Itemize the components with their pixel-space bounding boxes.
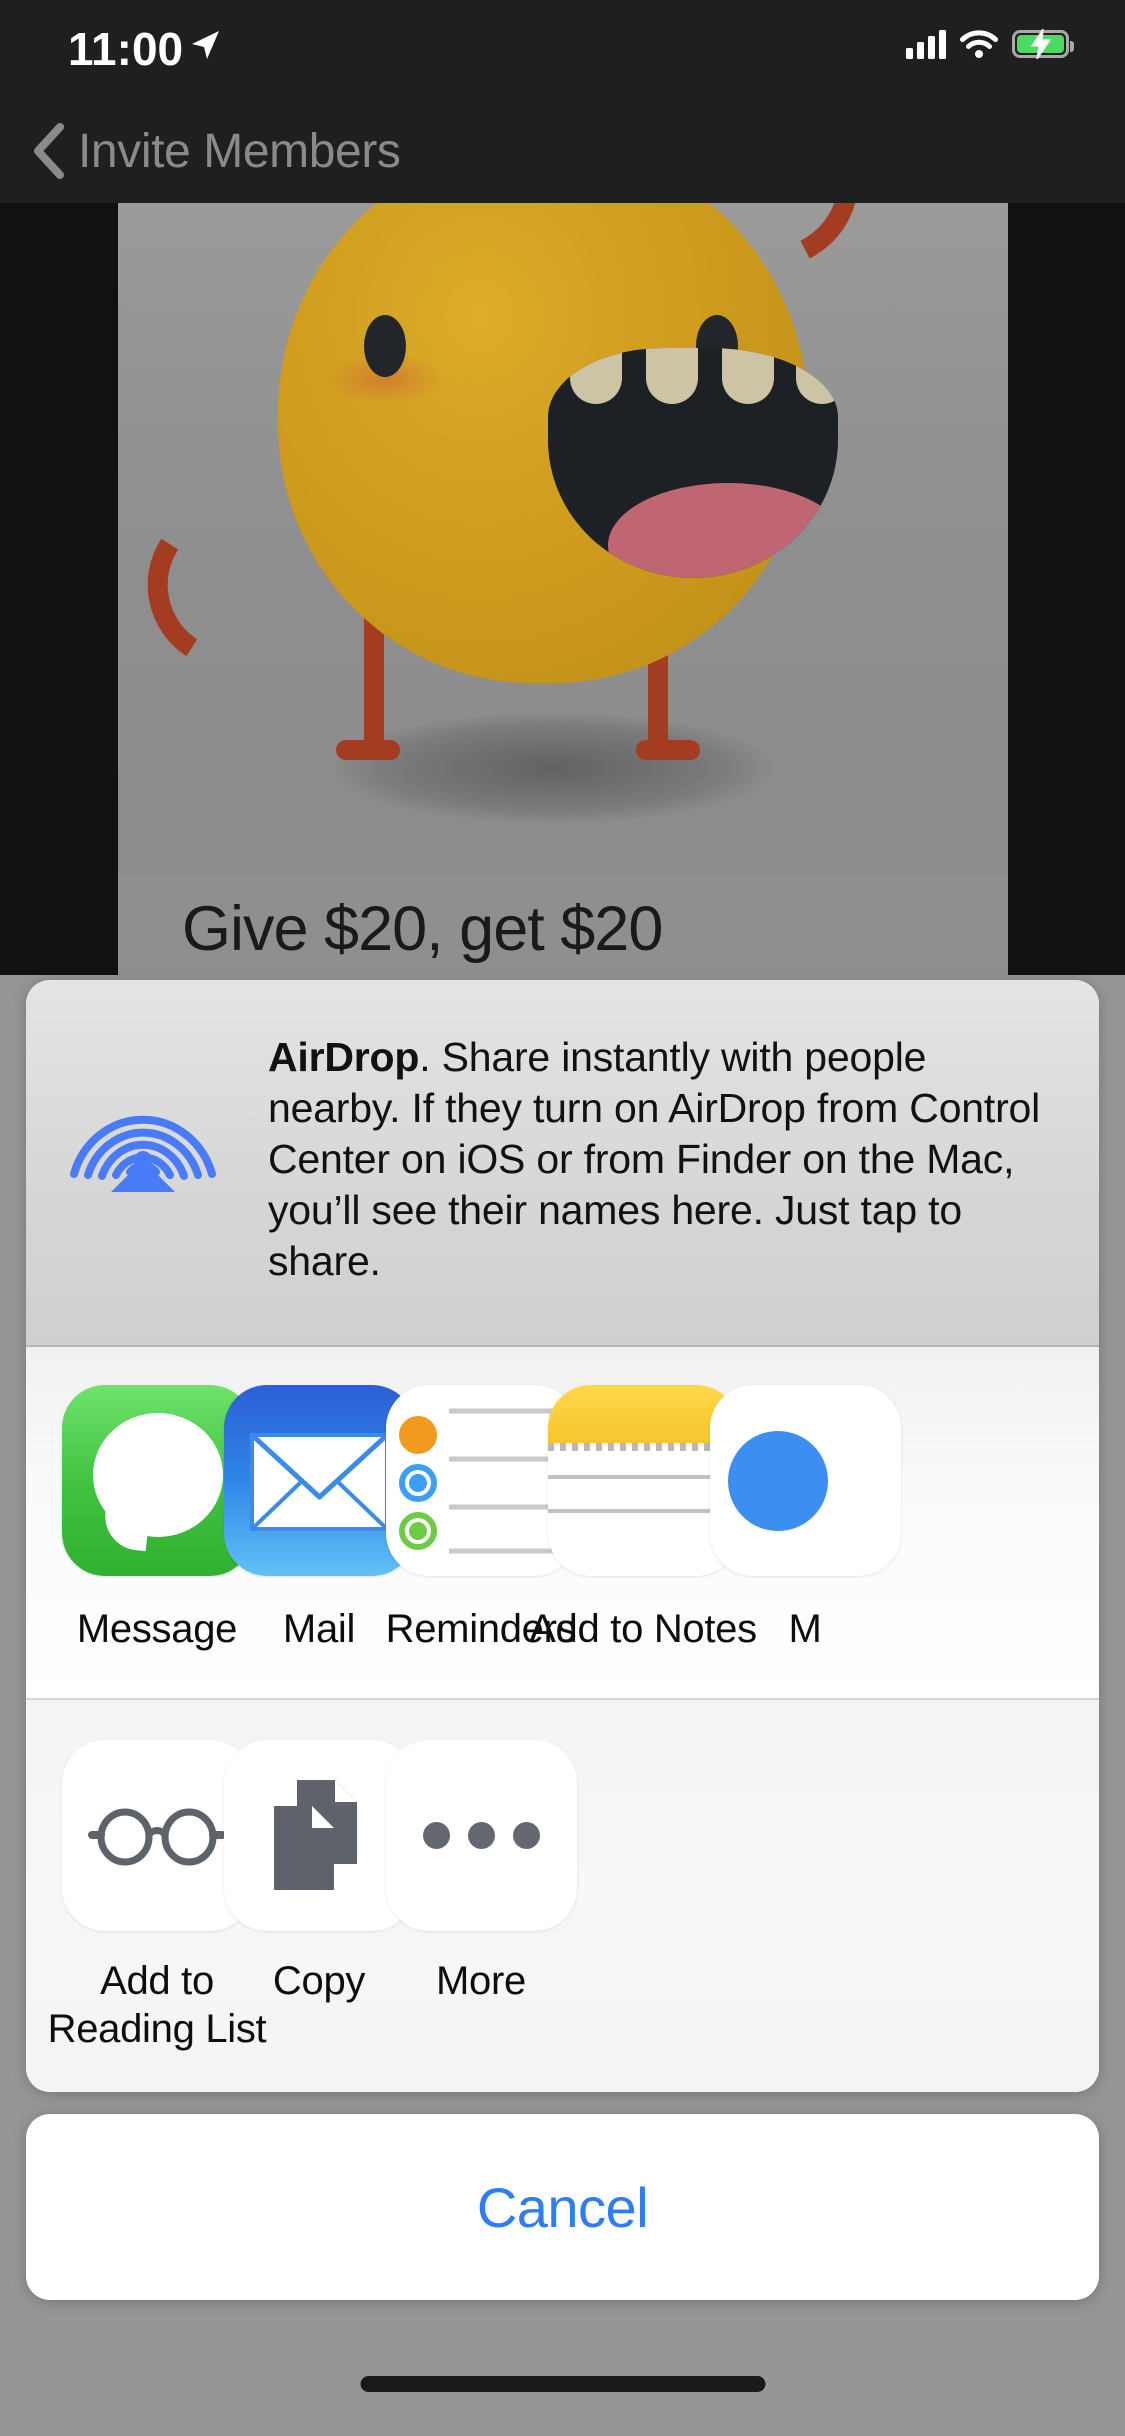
monster-tooth [646, 348, 698, 404]
status-bar: 11:00 [0, 0, 1125, 98]
ellipsis-dots [422, 1822, 540, 1849]
monster-tooth [722, 348, 774, 404]
monster-left-eye [364, 315, 406, 377]
battery-charging-icon [1012, 29, 1074, 59]
monster-tooth [796, 348, 838, 404]
airdrop-icon [70, 1115, 216, 1192]
airdrop-title: AirDrop [268, 1034, 420, 1080]
navigation-bar: Invite Members [0, 98, 1125, 203]
monster-mouth [548, 348, 838, 578]
nav-bar-title: Invite Members [78, 124, 401, 178]
monster-tooth [570, 348, 622, 404]
monster-left-foot [336, 740, 400, 760]
chevron-left-icon [34, 123, 64, 179]
share-app-partial[interactable]: M [682, 1385, 928, 1652]
airdrop-panel[interactable]: AirDrop. Share instantly with people nea… [26, 980, 1099, 1347]
back-button[interactable]: Invite Members [30, 116, 401, 186]
cancel-button-label: Cancel [476, 2175, 649, 2239]
promo-title: Give $20, get $20 [182, 894, 663, 964]
share-actions-row[interactable]: Add to Reading List Copy More [26, 1700, 1099, 2092]
partial-app-glyph [727, 1431, 828, 1531]
monster-left-arm [131, 490, 305, 686]
monster-tongue [608, 483, 838, 578]
promo-illustration [118, 203, 1008, 875]
partial-app-icon [709, 1385, 901, 1576]
location-arrow-icon [192, 31, 219, 59]
share-app-label: M [788, 1607, 822, 1651]
monster-shadow [333, 713, 773, 823]
ellipsis-icon [385, 1740, 577, 1931]
share-sheet: AirDrop. Share instantly with people nea… [26, 980, 1099, 2092]
status-bar-indicators [906, 22, 1074, 66]
share-action-label: Copy [272, 1959, 366, 2003]
monster-right-foot [636, 740, 700, 760]
share-app-label: Mail [282, 1607, 356, 1651]
wifi-icon [960, 30, 998, 58]
cellular-signal-icon [906, 29, 946, 59]
cancel-button[interactable]: Cancel [26, 2114, 1099, 2300]
share-action-more[interactable]: More [358, 1740, 604, 2005]
monster-body [278, 203, 838, 683]
share-apps-row[interactable]: Message Mail Reminders Add to Notes M [26, 1347, 1099, 1700]
airdrop-description: AirDrop. Share instantly with people nea… [268, 1032, 1058, 1287]
home-indicator-bar [360, 2376, 765, 2392]
status-bar-time: 11:00 [68, 23, 184, 75]
share-action-label: More [436, 1959, 526, 2003]
